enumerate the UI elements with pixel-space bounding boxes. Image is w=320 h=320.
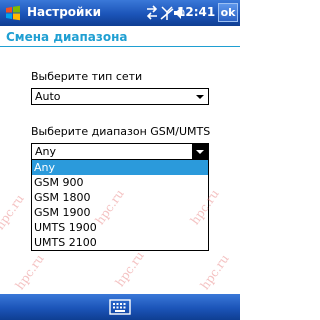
chevron-down-icon[interactable]: [192, 89, 208, 104]
band-value: Any: [35, 145, 57, 158]
keyboard-icon[interactable]: [109, 298, 131, 316]
clock[interactable]: 12:41: [177, 5, 215, 19]
watermark: hpc.ru: [112, 248, 147, 290]
chevron-down-icon[interactable]: [192, 144, 208, 159]
header-divider: [0, 46, 240, 47]
app-title: Настройки: [27, 5, 102, 19]
page-title: Смена диапазона: [6, 30, 128, 44]
band-option-umts-2100[interactable]: UMTS 2100: [32, 235, 208, 250]
band-select[interactable]: Any: [31, 143, 209, 160]
network-type-value: Auto: [35, 90, 61, 103]
soft-key-bar: [0, 294, 240, 320]
ok-button[interactable]: ok: [218, 3, 238, 22]
band-option-any[interactable]: Any: [32, 160, 208, 175]
band-label: Выберите диапазон GSM/UMTS: [31, 125, 211, 138]
band-option-umts-1900[interactable]: UMTS 1900: [32, 220, 208, 235]
connectivity-icon[interactable]: [145, 4, 159, 22]
band-option-gsm-1900[interactable]: GSM 1900: [32, 205, 208, 220]
network-type-select[interactable]: Auto: [31, 88, 209, 105]
title-bar: Настройки 12:41 ok: [0, 0, 240, 26]
signal-off-icon[interactable]: [160, 4, 174, 22]
band-option-gsm-900[interactable]: GSM 900: [32, 175, 208, 190]
windows-start-icon[interactable]: [4, 4, 22, 22]
band-dropdown-list[interactable]: Any GSM 900 GSM 1800 GSM 1900 UMTS 1900 …: [31, 159, 209, 251]
watermark: hpc.ru: [0, 191, 27, 233]
watermark: hpc.ru: [12, 251, 47, 293]
watermark: hpc.ru: [197, 251, 232, 293]
network-type-label: Выберите тип сети: [31, 70, 143, 83]
